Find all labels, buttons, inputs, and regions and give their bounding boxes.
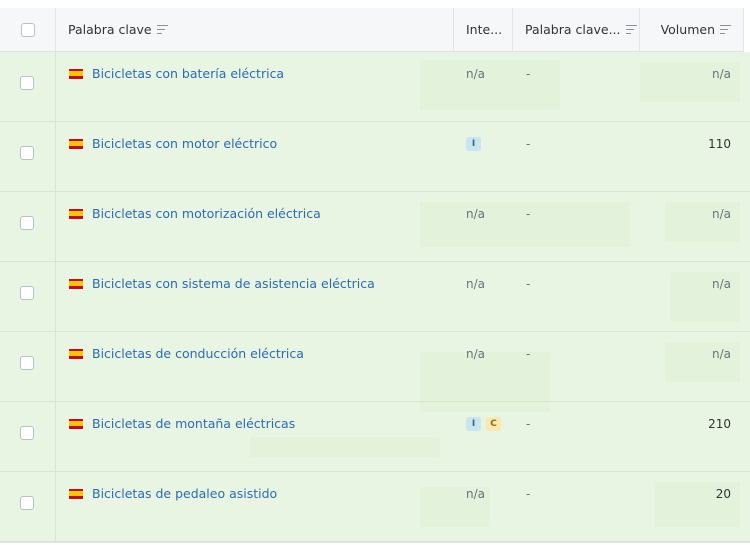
keyword-link[interactable]: Bicicletas con motorización eléctrica: [92, 206, 321, 221]
header-volume[interactable]: Volumen: [640, 8, 744, 51]
select-all-checkbox[interactable]: [20, 22, 35, 37]
keyword-link[interactable]: Bicicletas de conducción eléctrica: [92, 346, 304, 361]
keyword-cell: Bicicletas de conducción eléctrica: [69, 346, 304, 361]
select-all-cell: [0, 8, 56, 51]
table-header: Palabra clave Inte... Palabra clave... V…: [0, 8, 744, 52]
table-body: Bicicletas con batería eléctrica n/a - n…: [0, 52, 750, 542]
row-checkbox[interactable]: [20, 356, 34, 370]
intent-na: n/a: [466, 67, 486, 81]
spain-flag-icon: [69, 418, 83, 429]
header-keyword-2-label: Palabra clave...: [525, 22, 621, 37]
volume-value: 110: [708, 137, 731, 151]
keyword-column-value: -: [526, 207, 531, 221]
keyword-cell: Bicicletas de pedaleo asistido: [69, 486, 277, 501]
table-row: Bicicletas de conducción eléctrica n/a -…: [0, 332, 750, 402]
table-row: Bicicletas con batería eléctrica n/a - n…: [0, 52, 750, 122]
volume-value: n/a: [711, 277, 731, 291]
intent-na: n/a: [466, 347, 486, 361]
intent-na: n/a: [466, 277, 486, 291]
intent-na: n/a: [466, 487, 486, 501]
row-checkbox[interactable]: [20, 496, 34, 510]
header-keyword-label: Palabra clave: [68, 22, 152, 37]
sort-icon[interactable]: [625, 25, 637, 35]
intent-commercial-badge: C: [486, 417, 501, 431]
keyword-link[interactable]: Bicicletas con motor eléctrico: [92, 136, 277, 151]
row-checkbox[interactable]: [20, 76, 34, 90]
volume-value: 210: [708, 417, 731, 431]
intent-informational-badge: I: [466, 417, 481, 431]
row-checkbox[interactable]: [20, 216, 34, 230]
keyword-cell: Bicicletas con sistema de asistencia elé…: [69, 276, 375, 291]
header-intent-label: Inte...: [466, 22, 503, 37]
spain-flag-icon: [69, 348, 83, 359]
table-row: Bicicletas con motor eléctrico I - 110: [0, 122, 750, 192]
table-bottom-border: [0, 542, 750, 543]
column-divider: [55, 472, 56, 542]
table-row: Bicicletas de montaña eléctricas I C - 2…: [0, 402, 750, 472]
volume-value: n/a: [711, 67, 731, 81]
keyword-link[interactable]: Bicicletas de pedaleo asistido: [92, 486, 277, 501]
keyword-table: Palabra clave Inte... Palabra clave... V…: [0, 0, 750, 545]
keyword-column-value: -: [526, 137, 531, 151]
intent-informational-badge: I: [466, 137, 481, 151]
intent-cell: n/a: [466, 67, 485, 81]
column-divider: [55, 332, 56, 402]
keyword-cell: Bicicletas con motorización eléctrica: [69, 206, 321, 221]
column-divider: [55, 402, 56, 472]
intent-cell: n/a: [466, 277, 485, 291]
header-volume-label: Volumen: [660, 22, 715, 37]
volume-value: 20: [715, 487, 731, 501]
column-divider: [55, 262, 56, 332]
spain-flag-icon: [69, 488, 83, 499]
spain-flag-icon: [69, 208, 83, 219]
keyword-cell: Bicicletas de montaña eléctricas: [69, 416, 295, 431]
keyword-column-value: -: [526, 67, 531, 81]
intent-na: n/a: [466, 207, 486, 221]
spain-flag-icon: [69, 138, 83, 149]
table-row: Bicicletas de pedaleo asistido n/a - 20: [0, 472, 750, 542]
sort-icon[interactable]: [720, 25, 731, 35]
column-divider: [55, 52, 56, 122]
keyword-link[interactable]: Bicicletas con sistema de asistencia elé…: [92, 276, 375, 291]
keyword-link[interactable]: Bicicletas con batería eléctrica: [92, 66, 284, 81]
keyword-cell: Bicicletas con batería eléctrica: [69, 66, 284, 81]
keyword-column-value: -: [526, 417, 531, 431]
intent-cell: n/a: [466, 487, 485, 501]
keyword-column-value: -: [526, 487, 531, 501]
keyword-column-value: -: [526, 277, 531, 291]
header-intent[interactable]: Inte...: [454, 8, 513, 51]
table-row: Bicicletas con sistema de asistencia elé…: [0, 262, 750, 332]
column-divider: [55, 122, 56, 192]
sort-icon[interactable]: [156, 25, 168, 35]
header-keyword-2[interactable]: Palabra clave...: [513, 8, 640, 51]
intent-cell: n/a: [466, 207, 485, 221]
row-checkbox[interactable]: [20, 426, 34, 440]
row-checkbox[interactable]: [20, 286, 34, 300]
table-row: Bicicletas con motorización eléctrica n/…: [0, 192, 750, 262]
intent-cell: I: [466, 137, 481, 151]
intent-cell: I C: [466, 417, 501, 431]
header-keyword[interactable]: Palabra clave: [56, 8, 454, 51]
column-divider: [55, 192, 56, 262]
keyword-cell: Bicicletas con motor eléctrico: [69, 136, 277, 151]
volume-value: n/a: [711, 347, 731, 361]
spain-flag-icon: [69, 278, 83, 289]
spain-flag-icon: [69, 68, 83, 79]
volume-value: n/a: [711, 207, 731, 221]
intent-cell: n/a: [466, 347, 485, 361]
keyword-link[interactable]: Bicicletas de montaña eléctricas: [92, 416, 295, 431]
keyword-column-value: -: [526, 347, 531, 361]
row-checkbox[interactable]: [20, 146, 34, 160]
